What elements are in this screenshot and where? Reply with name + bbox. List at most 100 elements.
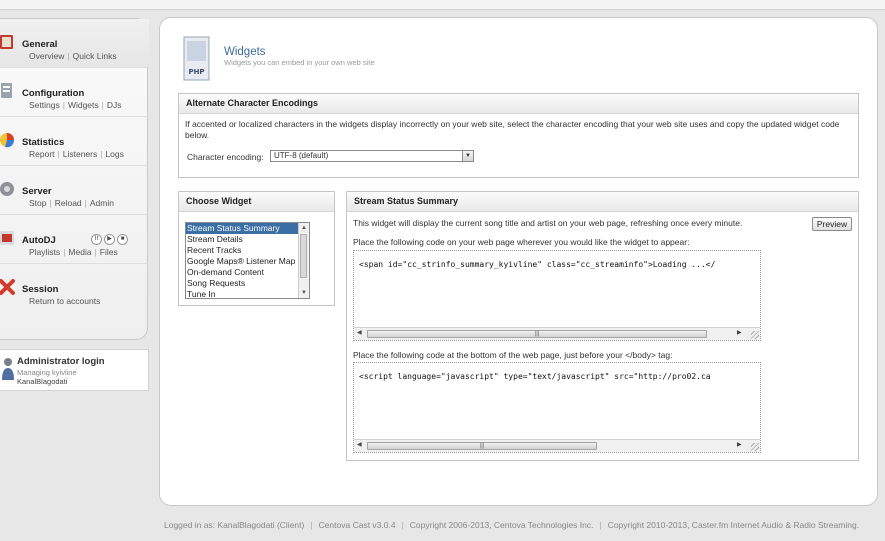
admin-login-panel: Administrator login Managing kyivline Ka… [0, 349, 149, 391]
configuration-icon [1, 83, 12, 98]
choose-widget-heading: Choose Widget [179, 192, 334, 212]
code1-label: Place the following code on your web pag… [353, 237, 690, 247]
encoding-select[interactable]: UTF-8 (default) ▼ [270, 150, 474, 162]
nav-title-configuration[interactable]: Configuration [22, 88, 84, 99]
page-title: Widgets [224, 46, 266, 58]
encoding-heading: Alternate Character Encodings [179, 94, 858, 114]
widget-option-tune-in[interactable]: Tune In [186, 289, 309, 298]
nav-links-server: Stop | Reload | Admin [29, 198, 114, 208]
nav-link-admin[interactable]: Admin [90, 198, 114, 208]
encoding-label: Character encoding: [187, 152, 264, 162]
statistics-icon [0, 133, 15, 148]
scroll-left-icon[interactable]: ◀ [357, 441, 362, 448]
widget-option-recent-tracks[interactable]: Recent Tracks [186, 245, 309, 256]
nav-section-session: Session Return to accounts [0, 264, 149, 313]
code2-text: <script language="javascript" type="text… [359, 372, 711, 381]
encoding-box: Alternate Character Encodings If accente… [178, 93, 859, 178]
main-panel: PHP Widgets Widgets you can embed in you… [159, 17, 878, 506]
php-icon-label: PHP [188, 68, 204, 76]
footer-copyright-casterfm: Copyright 2010-2013, Caster.fm Internet … [607, 520, 860, 530]
footer: Logged in as: KanalBlagodati (Client) | Ce… [164, 520, 860, 530]
nav-link-reload[interactable]: Reload [55, 198, 82, 208]
resize-grip-icon[interactable] [751, 331, 759, 339]
admin-login-title: Administrator login [17, 356, 105, 367]
widget-option-google-maps[interactable]: Google Maps® Listener Map [186, 256, 309, 267]
nav-link-quick-links[interactable]: Quick Links [73, 51, 117, 61]
autodj-stop-button[interactable]: ■ [117, 234, 128, 245]
widget-list-scrollbar[interactable]: ▲ ▼ [298, 223, 309, 298]
footer-version: Centova Cast v3.0.4 [318, 520, 396, 530]
nav-link-report[interactable]: Report [29, 149, 55, 159]
nav-link-files[interactable]: Files [100, 247, 118, 257]
nav-link-logs[interactable]: Logs [105, 149, 123, 159]
widget-listbox[interactable]: Stream Status Summary Stream Details Rec… [185, 222, 310, 299]
nav-title-server[interactable]: Server [22, 186, 52, 197]
autodj-pause-button[interactable]: II [91, 234, 102, 245]
nav-section-server: Server Stop | Reload | Admin [0, 166, 149, 215]
autodj-play-button[interactable]: ▶ [104, 234, 115, 245]
code2-label: Place the following code at the bottom o… [353, 350, 673, 360]
encoding-description: If accented or localized characters in t… [185, 119, 840, 140]
nav-link-settings[interactable]: Settings [29, 100, 60, 110]
scroll-up-icon[interactable]: ▲ [299, 223, 309, 233]
summary-heading: Stream Status Summary [347, 192, 858, 212]
scroll-right-icon[interactable]: ▶ [737, 441, 742, 448]
summary-description: This widget will display the current son… [353, 218, 743, 228]
footer-copyright-centova: Copyright 2006-2013, Centova Technologie… [409, 520, 594, 530]
nav-link-stop[interactable]: Stop [29, 198, 47, 208]
nav-section-configuration: Configuration Settings | Widgets | DJs [0, 68, 149, 117]
session-icon [0, 279, 15, 295]
nav-links-session: Return to accounts [29, 296, 100, 306]
choose-widget-box: Choose Widget Stream Status Summary Stre… [178, 191, 335, 306]
nav-link-widgets[interactable]: Widgets [68, 100, 99, 110]
admin-managing-label: Managing kyivline [17, 368, 77, 377]
code2-textarea[interactable]: <script language="javascript" type="text… [353, 362, 761, 453]
php-file-icon: PHP [183, 36, 210, 81]
nav-title-autodj[interactable]: AutoDJ [22, 235, 56, 246]
code2-hscrollbar[interactable]: ◀ ||| ▶ [354, 439, 760, 452]
server-icon [0, 182, 14, 196]
nav-link-playlists[interactable]: Playlists [29, 247, 60, 257]
nav-section-autodj: AutoDJ II ▶ ■ Playlists | Media | Files [0, 215, 149, 264]
nav-link-listeners[interactable]: Listeners [63, 149, 98, 159]
scroll-right-icon[interactable]: ▶ [737, 329, 742, 336]
nav-links-autodj: Playlists | Media | Files [29, 247, 118, 257]
scroll-down-icon[interactable]: ▼ [299, 288, 309, 298]
nav-link-djs[interactable]: DJs [107, 100, 122, 110]
nav-section-general: General Overview | Quick Links [0, 19, 149, 68]
sidebar: General Overview | Quick Links Configurati… [0, 18, 149, 340]
widget-option-on-demand-content[interactable]: On-demand Content [186, 267, 309, 278]
scroll-left-icon[interactable]: ◀ [357, 329, 362, 336]
code1-scrollbar-thumb[interactable]: ||| [367, 330, 707, 338]
code1-text: <span id="cc_strinfo_summary_kyivline" c… [359, 260, 716, 269]
nav-links-statistics: Report | Listeners | Logs [29, 149, 124, 159]
preview-button[interactable]: Preview [812, 217, 852, 231]
chevron-down-icon[interactable]: ▼ [462, 151, 473, 161]
user-icon [2, 358, 14, 380]
autodj-icon [0, 231, 14, 245]
nav-title-general[interactable]: General [22, 39, 57, 50]
stream-status-summary-box: Stream Status Summary This widget will d… [346, 191, 859, 461]
nav-link-media[interactable]: Media [68, 247, 91, 257]
nav-section-statistics: Statistics Report | Listeners | Logs [0, 117, 149, 166]
general-icon [0, 35, 13, 49]
top-strip [0, 0, 885, 10]
nav-links-general: Overview | Quick Links [29, 51, 117, 61]
code1-hscrollbar[interactable]: ◀ ||| ▶ [354, 327, 760, 340]
code2-scrollbar-thumb[interactable]: ||| [367, 442, 597, 450]
nav-link-return-to-accounts[interactable]: Return to accounts [29, 296, 100, 306]
admin-username: KanalBlagodati [17, 377, 68, 386]
nav-links-configuration: Settings | Widgets | DJs [29, 100, 122, 110]
nav-title-session[interactable]: Session [22, 284, 58, 295]
widget-option-stream-details[interactable]: Stream Details [186, 234, 309, 245]
widget-option-song-requests[interactable]: Song Requests [186, 278, 309, 289]
scrollbar-thumb[interactable] [300, 234, 307, 278]
autodj-controls: II ▶ ■ [91, 232, 130, 245]
nav-link-overview[interactable]: Overview [29, 51, 64, 61]
footer-logged-in: Logged in as: KanalBlagodati (Client) [164, 520, 305, 530]
nav-title-statistics[interactable]: Statistics [22, 137, 64, 148]
widget-option-stream-status-summary[interactable]: Stream Status Summary [186, 223, 309, 234]
resize-grip-icon[interactable] [751, 443, 759, 451]
code1-textarea[interactable]: <span id="cc_strinfo_summary_kyivline" c… [353, 250, 761, 341]
encoding-selected-value: UTF-8 (default) [274, 151, 329, 160]
